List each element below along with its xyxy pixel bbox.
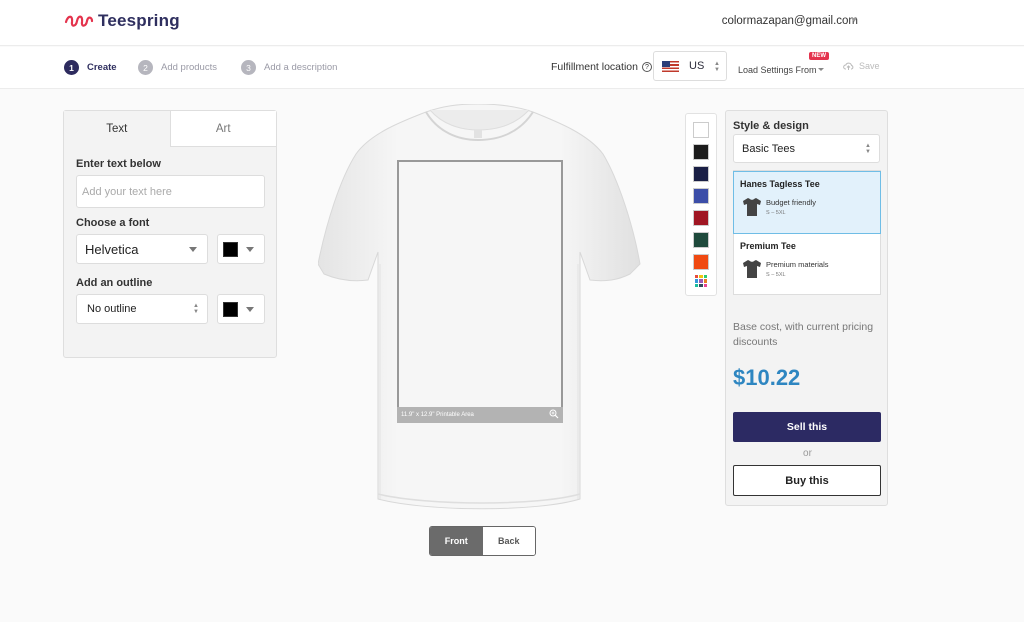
font-value: Helvetica: [85, 241, 139, 257]
color-swatch-royal-blue[interactable]: [693, 188, 709, 204]
product-name: Premium Tee: [740, 241, 796, 251]
us-flag-icon: [662, 60, 679, 72]
editor-tabs: Text Art: [64, 111, 276, 147]
top-bar: Teespring colormazapan@gmail.com: [0, 0, 1024, 46]
style-design-title: Style & design: [733, 120, 809, 132]
updown-arrows-icon: ▲ ▼: [193, 303, 199, 315]
country-value: US: [689, 60, 705, 72]
back-view-button[interactable]: Back: [482, 527, 535, 555]
text-input[interactable]: [76, 175, 265, 208]
zoom-icon[interactable]: [549, 409, 559, 419]
step-number: 3: [241, 60, 256, 75]
cloud-upload-icon: [843, 62, 854, 70]
fulfillment-text: Fulfillment location: [551, 61, 638, 73]
text-editor-panel: Text Art Enter text below Choose a font …: [63, 110, 277, 358]
font-color-swatch: [223, 241, 238, 257]
more-colors-icon[interactable]: [695, 275, 707, 287]
base-cost-label: Base cost, with current pricing discount…: [733, 321, 874, 348]
tab-text[interactable]: Text: [64, 111, 170, 147]
base-cost-price: $10.22: [733, 365, 801, 390]
product-premium-tee[interactable]: Premium Tee Premium materials S – 5XL: [734, 234, 880, 296]
step-add-products[interactable]: 2 Add products: [138, 60, 217, 75]
color-swatch-white[interactable]: [693, 122, 709, 138]
brand-name: Teespring: [98, 11, 180, 30]
fulfillment-label: Fulfillment location ?: [551, 61, 652, 73]
updown-arrows-icon: ▲ ▼: [714, 61, 720, 73]
chevron-down-icon: [246, 307, 254, 312]
teespring-logo[interactable]: Teespring: [64, 11, 180, 31]
step-label: Add products: [161, 62, 217, 73]
color-swatch-red[interactable]: [693, 210, 709, 226]
new-badge: NEW: [809, 52, 829, 60]
product-desc: Budget friendly: [766, 198, 817, 207]
account-dropdown-icon[interactable]: [851, 18, 857, 22]
sell-this-button[interactable]: Sell this: [733, 412, 881, 442]
product-desc: Premium materials: [766, 260, 829, 269]
step-label: Create: [87, 62, 117, 73]
tshirt-thumbnail-icon: [743, 260, 761, 278]
color-swatch-forest-green[interactable]: [693, 232, 709, 248]
shirt-color-picker: [685, 113, 717, 296]
choose-font-label: Choose a font: [76, 217, 150, 229]
style-design-panel: Style & design Basic Tees ▲ ▼ Hanes Tagle…: [725, 110, 888, 506]
view-toggle: Front Back: [429, 526, 536, 556]
style-value: Basic Tees: [742, 142, 795, 155]
or-divider: or: [803, 448, 812, 459]
enter-text-label: Enter text below: [76, 158, 161, 170]
product-name: Hanes Tagless Tee: [740, 179, 820, 189]
printable-area-frame[interactable]: [397, 160, 563, 422]
logo-mark-icon: [64, 15, 94, 27]
color-swatch-navy[interactable]: [693, 166, 709, 182]
tshirt-thumbnail-icon: [743, 198, 761, 216]
tab-art[interactable]: Art: [169, 111, 276, 147]
outline-value: No outline: [87, 303, 137, 315]
step-label: Add a description: [264, 62, 338, 73]
outline-select[interactable]: No outline ▲ ▼: [76, 294, 208, 324]
font-color-picker[interactable]: [217, 234, 265, 264]
font-select[interactable]: Helvetica: [76, 234, 208, 264]
outline-label: Add an outline: [76, 277, 153, 289]
step-create[interactable]: 1 Create: [64, 60, 117, 75]
account-email[interactable]: colormazapan@gmail.com: [722, 15, 858, 27]
chevron-down-icon: [246, 247, 254, 252]
chevron-down-icon: [189, 247, 197, 252]
outline-color-picker[interactable]: [217, 294, 265, 324]
save-button[interactable]: Save: [843, 61, 880, 71]
product-list: Hanes Tagless Tee Budget friendly S – 5X…: [733, 170, 881, 295]
save-label: Save: [859, 61, 880, 71]
steps-bar: 1 Create 2 Add products 3 Add a descript…: [0, 47, 1024, 89]
style-select[interactable]: Basic Tees ▲ ▼: [733, 134, 880, 163]
step-number: 2: [138, 60, 153, 75]
buy-this-button[interactable]: Buy this: [733, 465, 881, 496]
load-settings-button[interactable]: Load Settings From: [738, 65, 817, 75]
updown-arrows-icon: ▲ ▼: [865, 143, 871, 155]
step-number: 1: [64, 60, 79, 75]
outline-color-swatch: [223, 301, 238, 317]
front-view-button[interactable]: Front: [430, 527, 483, 555]
product-sizes: S – 5XL: [766, 210, 786, 216]
color-swatch-orange[interactable]: [693, 254, 709, 270]
product-hanes-tagless-tee[interactable]: Hanes Tagless Tee Budget friendly S – 5X…: [733, 171, 881, 234]
help-icon[interactable]: ?: [641, 62, 652, 72]
product-sizes: S – 5XL: [766, 272, 786, 278]
country-select[interactable]: US ▲ ▼: [653, 51, 727, 81]
printable-area-label: 11.9" x 12.9" Printable Area: [397, 407, 563, 423]
chevron-down-icon[interactable]: [818, 68, 824, 71]
printable-area-text: 11.9" x 12.9" Printable Area: [401, 412, 474, 418]
color-swatch-black[interactable]: [693, 144, 709, 160]
step-add-description[interactable]: 3 Add a description: [241, 60, 337, 75]
